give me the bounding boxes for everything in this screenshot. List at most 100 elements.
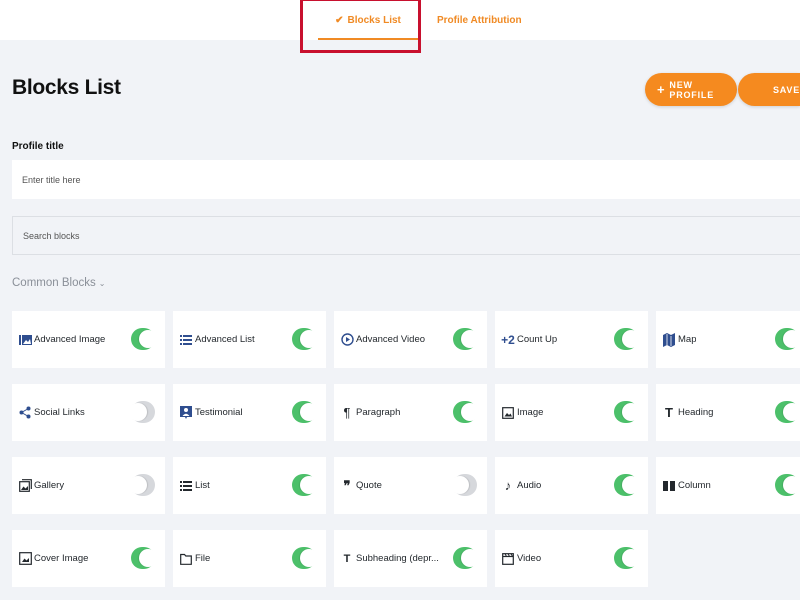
toggle-knob (451, 476, 469, 494)
tab-profile-attribution[interactable]: Profile Attribution (437, 0, 522, 40)
block-label: Map (678, 334, 697, 345)
toggle-knob (300, 476, 318, 494)
profile-title-input[interactable] (12, 160, 800, 199)
block-card: Video (495, 530, 648, 587)
toggle-knob (461, 330, 479, 348)
toggle-knob (461, 549, 479, 567)
block-label: Social Links (34, 407, 85, 418)
testimonial-icon (179, 405, 193, 420)
block-toggle[interactable] (131, 547, 157, 569)
block-toggle[interactable] (453, 401, 479, 423)
tab-profile-attribution-label: Profile Attribution (437, 14, 522, 26)
block-card: Gallery (12, 457, 165, 514)
toggle-knob (300, 330, 318, 348)
block-toggle[interactable] (292, 328, 318, 350)
block-label: Advanced Video (356, 334, 426, 345)
block-label: Subheading (depr... (356, 553, 439, 564)
list-icon (179, 479, 193, 493)
paragraph-icon: ¶ (343, 405, 351, 420)
block-label: Heading (678, 407, 714, 418)
quote-icon: ❞ (343, 477, 351, 493)
block-toggle[interactable] (775, 401, 800, 423)
block-card: Image (495, 384, 648, 441)
video-icon (501, 552, 515, 566)
block-card: ¶ Paragraph (334, 384, 487, 441)
top-tab-bar: ✔ Blocks List Profile Attribution (0, 0, 800, 40)
toggle-knob (783, 476, 800, 494)
toggle-knob (461, 403, 479, 421)
block-card: Cover Image (12, 530, 165, 587)
section-title: Common Blocks (12, 277, 96, 289)
block-toggle[interactable] (451, 474, 477, 496)
toggle-knob (783, 403, 800, 421)
toggle-knob (139, 330, 157, 348)
toggle-knob (622, 476, 640, 494)
block-card: Advanced Image (12, 311, 165, 368)
block-card: ❞ Quote (334, 457, 487, 514)
cover-image-icon (18, 552, 32, 566)
search-blocks-input[interactable] (12, 216, 800, 255)
block-toggle[interactable] (292, 547, 318, 569)
toggle-knob (622, 330, 640, 348)
block-toggle[interactable] (292, 401, 318, 423)
share-icon (18, 406, 32, 420)
chevron-down-icon: ⌄ (98, 279, 106, 288)
toggle-knob (783, 330, 800, 348)
block-label: Count Up (517, 334, 558, 345)
block-toggle[interactable] (129, 401, 155, 423)
block-toggle[interactable] (131, 328, 157, 350)
block-label: File (195, 553, 211, 564)
block-card: Social Links (12, 384, 165, 441)
count-up-icon: +2 (501, 332, 515, 347)
active-tab-underline (318, 38, 418, 40)
file-icon (179, 552, 193, 566)
new-profile-label: NEW PROFILE (669, 79, 715, 100)
block-label: Advanced List (195, 334, 255, 345)
block-toggle[interactable] (614, 401, 640, 423)
tab-blocks-list-label: Blocks List (347, 14, 401, 26)
block-label: Paragraph (356, 407, 401, 418)
block-toggle[interactable] (775, 474, 800, 496)
toggle-knob (622, 403, 640, 421)
block-toggle[interactable] (129, 474, 155, 496)
toggle-knob (300, 403, 318, 421)
block-label: List (195, 480, 210, 491)
advanced-list-icon (179, 333, 193, 347)
toggle-knob (129, 403, 147, 421)
advanced-image-icon (18, 333, 32, 347)
new-profile-button[interactable]: + NEW PROFILE (645, 73, 737, 106)
block-label: Video (517, 553, 542, 564)
block-label: Testimonial (195, 407, 243, 418)
audio-icon: ♪ (504, 478, 512, 493)
block-toggle[interactable] (614, 474, 640, 496)
tab-blocks-list[interactable]: ✔ Blocks List (318, 0, 418, 40)
block-toggle[interactable] (453, 547, 479, 569)
block-label: Quote (356, 480, 382, 491)
toggle-knob (622, 549, 640, 567)
block-card: Advanced List (173, 311, 326, 368)
heading-icon: T (665, 405, 673, 420)
map-icon (662, 332, 676, 347)
block-toggle[interactable] (775, 328, 800, 350)
block-label: Image (517, 407, 544, 418)
common-blocks-section-toggle[interactable]: Common Blocks ⌄ (12, 277, 105, 289)
profile-title-label: Profile title (12, 141, 64, 152)
block-card: Column (656, 457, 800, 514)
save-label: SAVE (773, 84, 800, 95)
gallery-icon (18, 479, 32, 493)
block-toggle[interactable] (614, 328, 640, 350)
block-toggle[interactable] (453, 328, 479, 350)
block-toggle[interactable] (292, 474, 318, 496)
block-card: File (173, 530, 326, 587)
toggle-knob (129, 476, 147, 494)
checkmark-icon: ✔ (335, 14, 344, 26)
toggle-knob (300, 549, 318, 567)
block-toggle[interactable] (614, 547, 640, 569)
block-card: T Subheading (depr... (334, 530, 487, 587)
block-card: Advanced Video (334, 311, 487, 368)
image-icon (501, 406, 515, 420)
block-label: Cover Image (34, 553, 89, 564)
save-button[interactable]: SAVE (738, 73, 800, 106)
plus-icon: + (657, 82, 666, 97)
subheading-icon: T (343, 552, 351, 565)
